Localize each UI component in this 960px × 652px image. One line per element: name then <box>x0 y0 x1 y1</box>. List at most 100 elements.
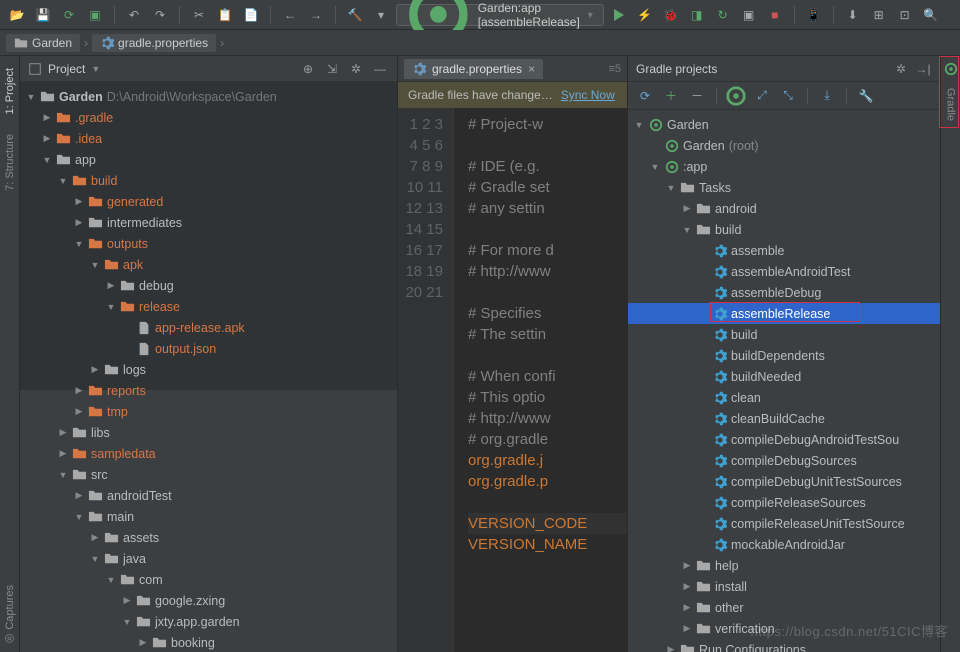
gradle-item[interactable]: assemble <box>628 240 940 261</box>
gradle-item[interactable]: cleanBuildCache <box>628 408 940 429</box>
tree-item[interactable]: .gradle <box>20 107 397 128</box>
gradle-item[interactable]: compileReleaseUnitTestSource <box>628 513 940 534</box>
stop-icon[interactable]: ■ <box>764 4 786 26</box>
tree-item[interactable]: main <box>20 506 397 527</box>
settings-icon[interactable]: ✲ <box>347 60 365 78</box>
tree-item[interactable]: apk <box>20 254 397 275</box>
profile-icon[interactable]: ◨ <box>686 4 708 26</box>
tree-item[interactable]: androidTest <box>20 485 397 506</box>
execute-icon[interactable] <box>725 85 747 107</box>
tree-item[interactable]: sampledata <box>20 443 397 464</box>
gradle-item[interactable]: clean <box>628 387 940 408</box>
copy-icon[interactable]: 📋 <box>214 4 236 26</box>
refresh-icon[interactable]: ⟳ <box>634 85 656 107</box>
gradle-item[interactable]: assembleDebug <box>628 282 940 303</box>
gradle-item[interactable]: build <box>628 324 940 345</box>
layout-icon[interactable]: ⊡ <box>894 4 916 26</box>
collapse-all-icon[interactable]: ⇲ <box>323 60 341 78</box>
sync-icon[interactable]: ⟳ <box>58 4 80 26</box>
tree-item[interactable]: app-release.apk <box>20 317 397 338</box>
back-icon[interactable]: ← <box>279 4 301 26</box>
gradle-item[interactable]: ▼build <box>628 219 940 240</box>
gradle-item[interactable]: ▶Run Configurations <box>628 639 940 652</box>
captures-tab[interactable]: ◎ Captures <box>3 579 16 652</box>
debug-icon[interactable]: 🐞 <box>660 4 682 26</box>
tree-item[interactable]: java <box>20 548 397 569</box>
project-tab[interactable]: 1: Project <box>4 62 16 120</box>
paste-icon[interactable]: 📄 <box>240 4 262 26</box>
gradle-item[interactable]: buildDependents <box>628 345 940 366</box>
tree-item[interactable]: Garden D:\Android\Workspace\Garden <box>20 86 397 107</box>
editor-tab-gradle-properties[interactable]: gradle.properties × <box>404 59 543 79</box>
tree-item[interactable]: tmp <box>20 401 397 422</box>
structure-tab[interactable]: 7: Structure <box>4 128 16 197</box>
tree-item[interactable]: libs <box>20 422 397 443</box>
gradle-wrench-icon[interactable]: 🔧 <box>855 85 877 107</box>
gradle-item[interactable]: ▼Tasks <box>628 177 940 198</box>
gradle-item[interactable]: assembleRelease <box>628 303 940 324</box>
attach-icon[interactable]: ▣ <box>738 4 760 26</box>
run-config-dropdown[interactable]: Garden:app [assembleRelease] ▼ <box>396 4 604 26</box>
tree-item[interactable]: output.json <box>20 338 397 359</box>
tree-item[interactable]: outputs <box>20 233 397 254</box>
tree-item[interactable]: com <box>20 569 397 590</box>
add-icon[interactable]: ＋ <box>660 85 682 107</box>
run-icon[interactable] <box>608 4 630 26</box>
tree-item[interactable]: jxty.app.garden <box>20 611 397 632</box>
gradle-item[interactable]: compileDebugSources <box>628 450 940 471</box>
gradle-item[interactable]: ▼:app <box>628 156 940 177</box>
hide-icon[interactable]: — <box>371 60 389 78</box>
gradle-item[interactable]: buildNeeded <box>628 366 940 387</box>
search-icon[interactable]: 🔍 <box>920 4 942 26</box>
tree-item[interactable]: build <box>20 170 397 191</box>
crumb-root[interactable]: Garden <box>6 34 80 52</box>
gradle-item[interactable]: assembleAndroidTest <box>628 261 940 282</box>
tree-item[interactable]: debug <box>20 275 397 296</box>
gradle-item[interactable]: Garden (root) <box>628 135 940 156</box>
sync-now-link[interactable]: Sync Now <box>561 88 615 102</box>
tree-item[interactable]: google.zxing <box>20 590 397 611</box>
tree-item[interactable]: booking <box>20 632 397 652</box>
remove-icon[interactable]: － <box>686 85 708 107</box>
cut-icon[interactable]: ✂ <box>188 4 210 26</box>
tree-item[interactable]: release <box>20 296 397 317</box>
avd-icon[interactable]: ▣ <box>84 4 106 26</box>
tree-item[interactable]: intermediates <box>20 212 397 233</box>
select-config-icon[interactable]: ▾ <box>370 4 392 26</box>
gradle-item[interactable]: ▶help <box>628 555 940 576</box>
tree-item[interactable]: assets <box>20 527 397 548</box>
gradle-item[interactable]: ▶android <box>628 198 940 219</box>
collapse-icon[interactable]: ⤡ <box>777 85 799 107</box>
gradle-item[interactable]: ▶install <box>628 576 940 597</box>
toggle-offline-icon[interactable]: ⤓ <box>816 85 838 107</box>
project-structure-icon[interactable]: ⊞ <box>868 4 890 26</box>
gradle-settings-icon[interactable]: ✲ <box>892 60 910 78</box>
sdk-icon[interactable]: ⬇ <box>842 4 864 26</box>
gradle-item[interactable]: compileDebugAndroidTestSou <box>628 429 940 450</box>
avd-manager-icon[interactable]: 📱 <box>803 4 825 26</box>
locate-icon[interactable]: ⊕ <box>299 60 317 78</box>
tree-item[interactable]: reports <box>20 380 397 401</box>
gradle-item[interactable]: compileDebugUnitTestSources <box>628 471 940 492</box>
close-icon[interactable]: × <box>528 62 535 76</box>
tree-item[interactable]: .idea <box>20 128 397 149</box>
gradle-tree[interactable]: ▼GardenGarden (root)▼:app▼Tasks▶android▼… <box>628 110 940 652</box>
tree-item[interactable]: app <box>20 149 397 170</box>
tree-item[interactable]: generated <box>20 191 397 212</box>
apply-changes-icon[interactable]: ⚡ <box>634 4 656 26</box>
save-all-icon[interactable]: 💾 <box>32 4 54 26</box>
project-tree[interactable]: Garden D:\Android\Workspace\Garden.gradl… <box>20 82 397 652</box>
crumb-file[interactable]: gradle.properties <box>92 34 216 52</box>
gradle-item[interactable]: compileReleaseSources <box>628 492 940 513</box>
gradle-item[interactable]: ▶verification <box>628 618 940 639</box>
redo-icon[interactable]: ↷ <box>149 4 171 26</box>
expand-icon[interactable]: ⤢ <box>751 85 773 107</box>
forward-icon[interactable]: → <box>305 4 327 26</box>
tree-item[interactable]: logs <box>20 359 397 380</box>
gradle-item[interactable]: ▶other <box>628 597 940 618</box>
make-icon[interactable]: 🔨 <box>344 4 366 26</box>
undo-icon[interactable]: ↶ <box>123 4 145 26</box>
tree-item[interactable]: src <box>20 464 397 485</box>
gradle-item[interactable]: mockableAndroidJar <box>628 534 940 555</box>
gradle-hide-icon[interactable]: →| <box>914 60 932 78</box>
